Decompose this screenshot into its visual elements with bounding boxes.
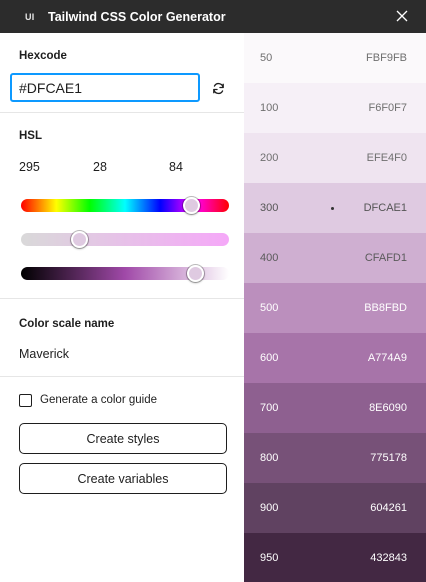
swatch-hex-label: F6F0F7	[368, 102, 407, 114]
color-swatch-200[interactable]: 200 EFE4F0	[244, 133, 426, 183]
hue-slider[interactable]	[21, 197, 229, 214]
refresh-icon	[212, 82, 224, 94]
swatch-step-label: 700	[260, 402, 279, 414]
swatch-hex-label: 8E6090	[369, 402, 407, 414]
swatch-hex-label: DFCAE1	[363, 202, 407, 214]
swatch-hex-label: BB8FBD	[364, 302, 407, 314]
color-swatch-700[interactable]: 700 8E6090	[244, 383, 426, 433]
divider	[0, 376, 244, 377]
lightness-slider-thumb[interactable]	[187, 265, 205, 282]
settings-panel: Hexcode HSL 295 28 84 Color scale name M…	[0, 33, 244, 582]
swatch-hex-label: EFE4F0	[366, 152, 407, 164]
title-bar: UI Tailwind CSS Color Generator	[0, 0, 426, 33]
swatch-step-label: 500	[260, 302, 279, 314]
swatch-hex-label: 432843	[370, 551, 407, 564]
hue-slider-thumb[interactable]	[183, 197, 201, 214]
scale-name-field[interactable]: Maverick	[19, 347, 69, 361]
hexcode-label: Hexcode	[19, 50, 67, 62]
lightness-value: 84	[169, 160, 183, 174]
close-button[interactable]	[392, 6, 412, 26]
color-scale-list: 50 FBF9FB 100 F6F0F7 200 EFE4F0 300 DFCAE1 400 CF…	[244, 33, 426, 582]
swatch-step-label: 100	[260, 102, 279, 114]
color-swatch-100[interactable]: 100 F6F0F7	[244, 83, 426, 133]
color-swatch-900[interactable]: 900 604261	[244, 483, 426, 533]
close-icon	[396, 10, 408, 22]
selected-indicator-dot	[331, 206, 334, 210]
swatch-hex-label: CFAFD1	[364, 252, 407, 264]
color-swatch-300[interactable]: 300 DFCAE1	[244, 183, 426, 233]
swatch-hex-label: A774A9	[367, 352, 407, 364]
swatch-step-label: 800	[260, 452, 279, 464]
swatch-hex-label: FBF9FB	[366, 52, 407, 64]
color-swatch-50[interactable]: 50 FBF9FB	[244, 33, 426, 83]
saturation-value: 28	[93, 160, 107, 174]
swatch-step-label: 300	[260, 202, 279, 214]
divider	[0, 298, 244, 299]
swatch-hex-label: 604261	[370, 502, 407, 514]
window-title: Tailwind CSS Color Generator	[48, 9, 226, 24]
generate-guide-label: Generate a color guide	[40, 394, 157, 406]
color-swatch-800[interactable]: 800 775178	[244, 433, 426, 483]
swatch-step-label: 600	[260, 352, 279, 364]
create-styles-button[interactable]: Create styles	[19, 423, 227, 454]
color-swatch-950[interactable]: 950 432843	[244, 533, 426, 582]
swatch-step-label: 50	[260, 52, 273, 64]
scale-name-label: Color scale name	[19, 318, 115, 330]
color-swatch-600[interactable]: 600 A774A9	[244, 333, 426, 383]
swatch-step-label: 900	[260, 502, 279, 514]
swatch-step-label: 200	[260, 152, 279, 164]
divider	[0, 112, 244, 113]
hue-value: 295	[19, 160, 40, 174]
color-swatch-400[interactable]: 400 CFAFD1	[244, 233, 426, 283]
swatch-step-label: 950	[260, 551, 279, 564]
generate-guide-checkbox[interactable]	[19, 394, 32, 407]
swatch-hex-label: 775178	[370, 452, 407, 464]
swatch-step-label: 400	[260, 252, 279, 264]
create-variables-button[interactable]: Create variables	[19, 463, 227, 494]
randomize-button[interactable]	[209, 79, 227, 97]
hsl-label: HSL	[19, 130, 42, 142]
saturation-slider-thumb[interactable]	[70, 231, 88, 248]
lightness-slider[interactable]	[21, 265, 229, 282]
saturation-slider[interactable]	[21, 231, 229, 248]
hexcode-input[interactable]	[10, 73, 200, 102]
plugin-logo: UI	[25, 11, 35, 22]
color-swatch-500[interactable]: 500 BB8FBD	[244, 283, 426, 333]
